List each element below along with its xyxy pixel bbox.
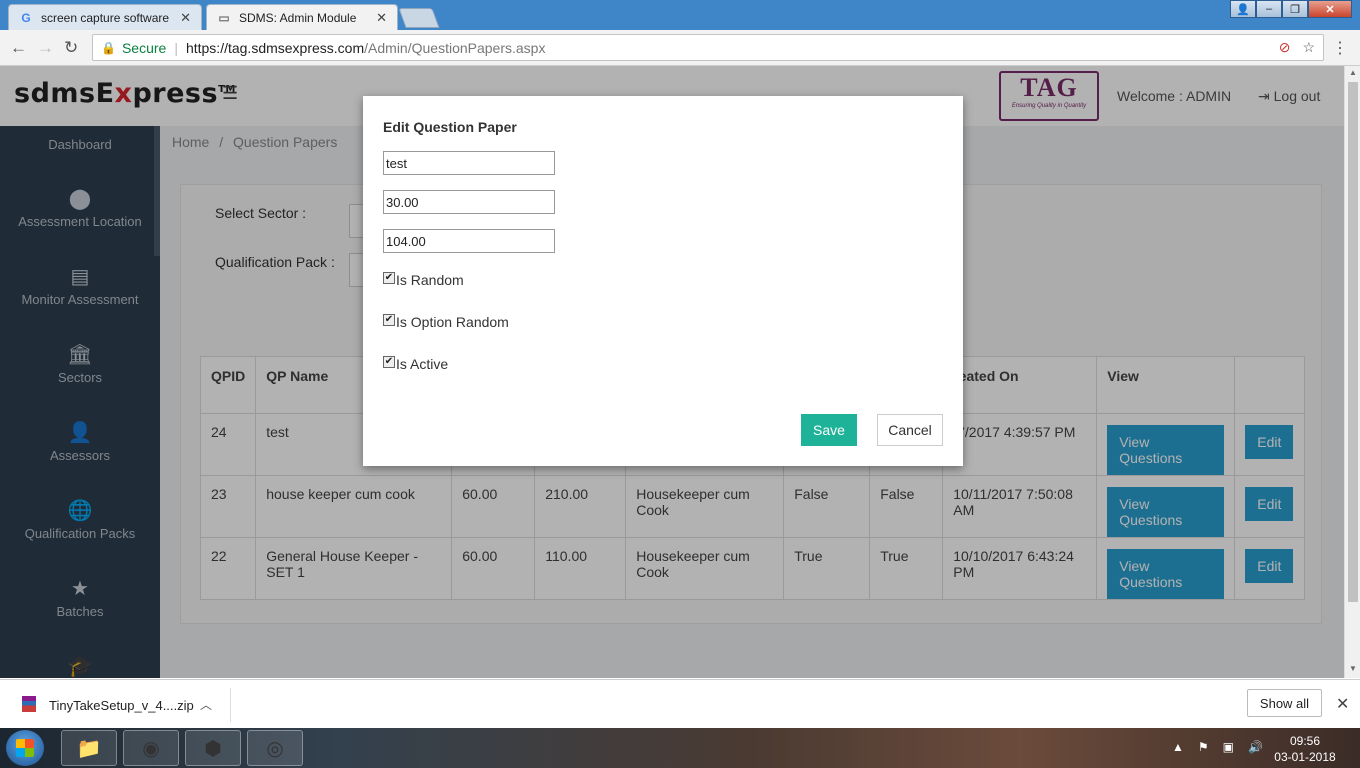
flag-icon[interactable]: ⚑	[1198, 740, 1209, 754]
save-button[interactable]: Save	[801, 414, 857, 446]
windows-logo-icon	[16, 739, 34, 757]
restore-button[interactable]: ❐	[1282, 0, 1308, 18]
address-bar: ← → ↻ 🔒 Secure | https://tag.sdmsexpress…	[0, 30, 1360, 66]
download-bar: TinyTakeSetup_v_4....zip ︿ Show all ✕	[0, 679, 1360, 728]
is-option-random-checkbox[interactable]: ✔ Is Option Random	[383, 314, 509, 330]
clock[interactable]: 09:56 03-01-2018	[1270, 733, 1340, 765]
scrollbar-thumb[interactable]	[1348, 82, 1358, 602]
url-separator: |	[174, 39, 178, 56]
taskbar: 📁 ◉ ⬢ ◎ ▲ ⚑ ▣ 🔊 09:56 03-01-2018	[0, 728, 1360, 768]
qp-field-3[interactable]	[383, 229, 555, 253]
checkmark-icon[interactable]: ✔	[383, 356, 395, 368]
tray-expand-icon[interactable]: ▲	[1172, 740, 1184, 754]
tab-title: SDMS: Admin Module	[239, 10, 357, 25]
date-text: 03-01-2018	[1274, 750, 1336, 764]
edit-question-paper-dialog: Edit Question Paper ✔ Is Random ✔ Is Opt…	[363, 96, 963, 466]
reload-icon[interactable]: ↻	[64, 38, 78, 58]
close-icon[interactable]: ✕	[376, 10, 387, 26]
page-scrollbar[interactable]: ▲ ▼	[1344, 66, 1360, 678]
checkbox-label: Is Random	[396, 272, 464, 288]
page-viewport: sdmsExpressTM ☰ TAG Ensuring Quality in …	[0, 66, 1344, 678]
secure-label: Secure	[121, 39, 167, 56]
close-icon[interactable]: ✕	[180, 10, 191, 26]
new-tab-button[interactable]	[398, 8, 440, 28]
system-tray: ▲ ⚑ ▣ 🔊	[1172, 740, 1263, 754]
archive-file-icon	[22, 696, 36, 712]
url-host: https://tag.sdmsexpress.com	[185, 39, 365, 56]
tab-title: screen capture software	[41, 10, 170, 25]
screen-recorder-icon[interactable]: ◎	[247, 730, 303, 766]
qp-field-2[interactable]	[383, 190, 555, 214]
close-window-button[interactable]: ✕	[1308, 0, 1352, 18]
app-cube-icon[interactable]: ⬢	[185, 730, 241, 766]
url-path: /Admin/QuestionPapers.aspx	[364, 39, 546, 56]
browser-tab-sdms[interactable]: ▭ SDMS: Admin Module ✕	[206, 4, 398, 30]
url-field[interactable]: 🔒 Secure | https://tag.sdmsexpress.com /…	[92, 34, 1324, 61]
scroll-up-icon[interactable]: ▲	[1349, 68, 1357, 77]
close-icon[interactable]: ✕	[1336, 694, 1349, 714]
chevron-up-icon[interactable]: ︿	[200, 696, 212, 713]
chrome-icon[interactable]: ◉	[123, 730, 179, 766]
checkmark-icon[interactable]: ✔	[383, 314, 395, 326]
download-filename[interactable]: TinyTakeSetup_v_4....zip	[49, 698, 194, 713]
lock-icon: 🔒	[101, 40, 116, 55]
window-controls: 👤 – ❐ ✕	[1230, 0, 1352, 18]
volume-icon[interactable]: 🔊	[1248, 740, 1263, 754]
dialog-title: Edit Question Paper	[383, 119, 517, 135]
is-random-checkbox[interactable]: ✔ Is Random	[383, 272, 464, 288]
file-explorer-icon[interactable]: 📁	[61, 730, 117, 766]
bookmark-star-icon[interactable]: ☆	[1302, 39, 1315, 56]
minimize-button[interactable]: –	[1256, 0, 1282, 18]
browser-tab-screen-capture[interactable]: G screen capture software ✕	[8, 4, 202, 30]
user-icon[interactable]: 👤	[1230, 0, 1256, 18]
checkmark-icon[interactable]: ✔	[383, 272, 395, 284]
site-settings-icon[interactable]: ⊘	[1279, 39, 1291, 56]
qp-name-field[interactable]	[383, 151, 555, 175]
checkbox-label: Is Active	[396, 356, 449, 372]
checkbox-label: Is Option Random	[396, 314, 509, 330]
time-text: 09:56	[1289, 734, 1321, 748]
back-arrow-icon[interactable]: ←	[10, 38, 27, 58]
start-button[interactable]	[6, 730, 44, 766]
show-all-button[interactable]: Show all	[1247, 689, 1322, 717]
browser-menu-icon[interactable]: ⋮	[1332, 38, 1348, 58]
scroll-down-icon[interactable]: ▼	[1349, 664, 1357, 673]
page-icon: ▭	[218, 10, 230, 25]
is-active-checkbox[interactable]: ✔ Is Active	[383, 356, 448, 372]
cancel-button[interactable]: Cancel	[877, 414, 943, 446]
google-icon: G	[21, 10, 31, 25]
forward-arrow-icon[interactable]: →	[37, 38, 54, 58]
browser-tab-strip: G screen capture software ✕ ▭ SDMS: Admi…	[0, 0, 1360, 30]
network-icon[interactable]: ▣	[1223, 740, 1234, 754]
